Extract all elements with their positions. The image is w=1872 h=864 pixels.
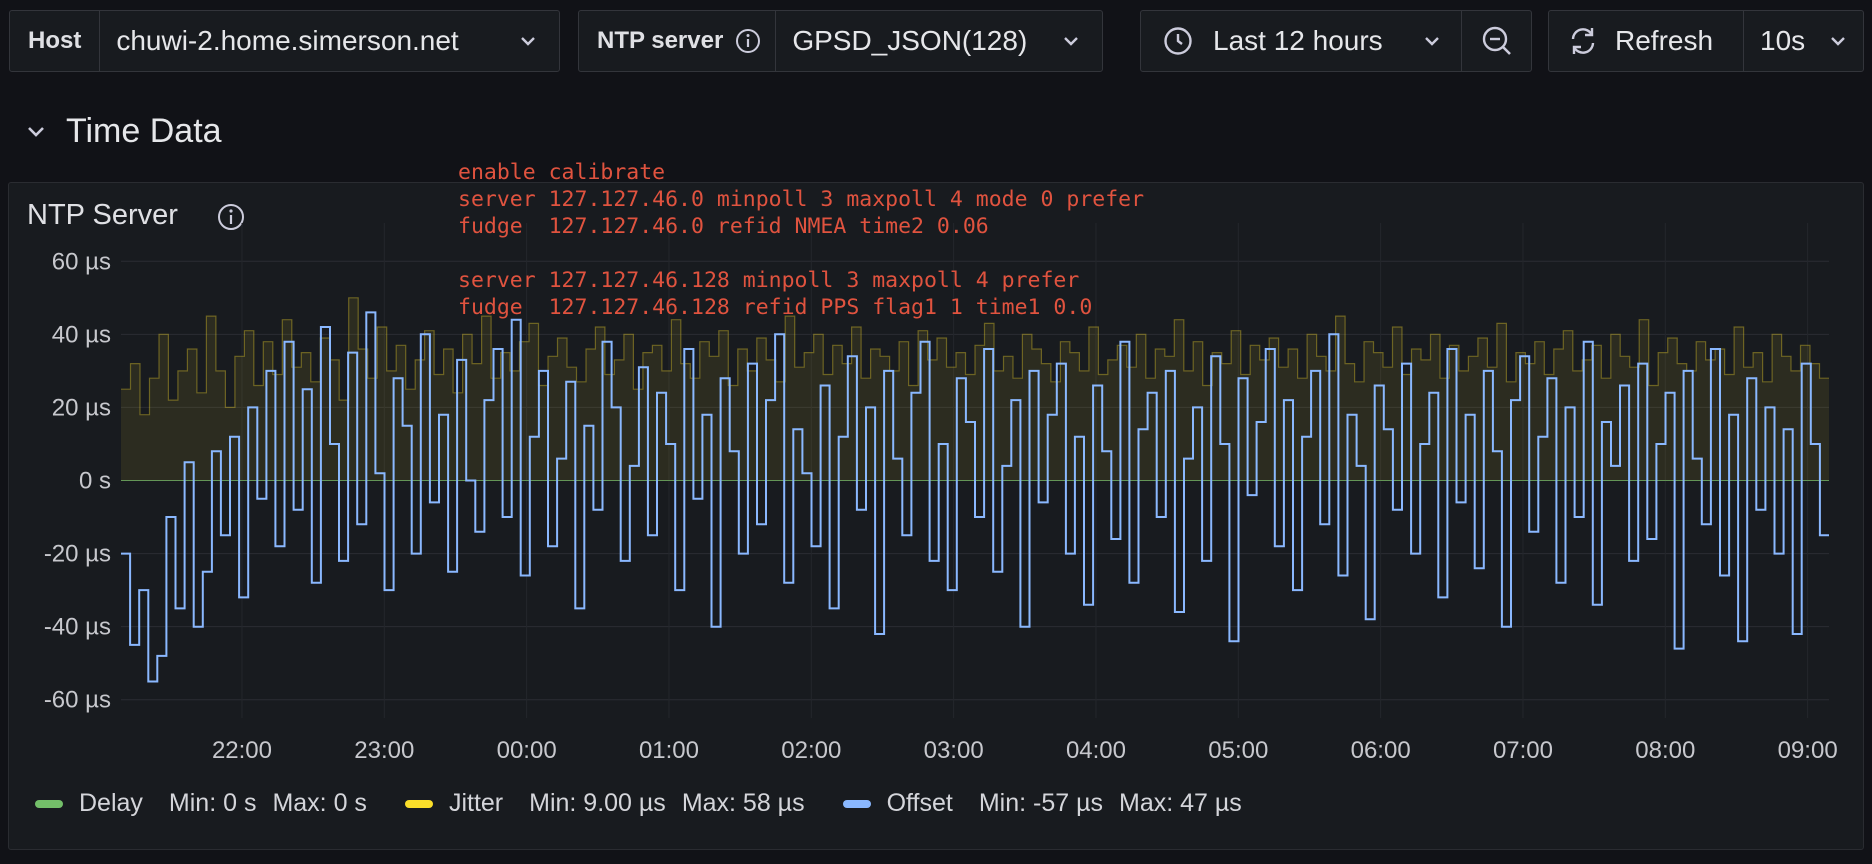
- legend-max: Max: 47 µs: [1119, 789, 1242, 817]
- x-tick-label: 07:00: [1493, 737, 1553, 764]
- row-title: Time Data: [66, 112, 222, 150]
- host-value: chuwi-2.home.simerson.net: [116, 25, 459, 56]
- legend-series-name: Offset: [886, 789, 953, 817]
- legend-item-offset[interactable]: Offset Min: -57 µs Max: 47 µs: [842, 789, 1258, 818]
- annotation-line: fudge 127.127.46.128 refid PPS flag1 1 t…: [458, 295, 1093, 320]
- ntp-server-variable: NTP server GPSD_JSON(128): [578, 10, 1103, 72]
- chevron-down-icon: [1405, 35, 1441, 47]
- host-select[interactable]: chuwi-2.home.simerson.net: [99, 11, 559, 71]
- y-tick-label: -60 µs: [44, 687, 111, 714]
- x-tick-label: 22:00: [212, 737, 272, 764]
- y-tick-label: 20 µs: [52, 394, 111, 421]
- ntp-server-select[interactable]: GPSD_JSON(128): [775, 11, 1102, 71]
- legend-swatch: [842, 799, 871, 808]
- time-range-button[interactable]: Last 12 hours: [1141, 11, 1461, 71]
- chevron-down-icon: [26, 125, 46, 139]
- y-tick-label: -40 µs: [44, 614, 111, 641]
- x-tick-label: 01:00: [639, 737, 699, 764]
- time-range-label: Last 12 hours: [1213, 25, 1383, 56]
- info-icon[interactable]: [735, 28, 761, 54]
- x-tick-label: 23:00: [354, 737, 414, 764]
- x-tick-label: 03:00: [924, 737, 984, 764]
- refresh-icon: [1567, 25, 1599, 57]
- row-toggle[interactable]: Time Data: [26, 112, 222, 151]
- refresh-button[interactable]: Refresh: [1549, 11, 1743, 71]
- refresh-interval-select[interactable]: 10s: [1743, 11, 1863, 71]
- host-variable: Host chuwi-2.home.simerson.net: [9, 10, 560, 72]
- x-tick-label: 08:00: [1635, 737, 1695, 764]
- legend-swatch: [35, 799, 63, 808]
- annotation-line: enable calibrate: [458, 160, 666, 185]
- y-tick-label: 60 µs: [52, 248, 111, 275]
- y-tick-label: 40 µs: [52, 321, 111, 348]
- x-tick-label: 09:00: [1778, 737, 1838, 764]
- x-tick-label: 04:00: [1066, 737, 1126, 764]
- legend-max: Max: 0 s: [272, 789, 367, 817]
- legend-series-name: Delay: [79, 789, 143, 817]
- refresh-interval-value: 10s: [1760, 25, 1806, 56]
- chevron-down-icon: [1044, 35, 1080, 47]
- legend-min: Min: -57 µs: [978, 789, 1104, 817]
- panel-annotation-text: enable calibrate server 127.127.46.0 minp…: [458, 159, 1144, 321]
- zoom-out-icon: [1481, 25, 1513, 57]
- ntp-server-label: NTP server: [579, 11, 775, 71]
- chevron-down-icon: [501, 35, 537, 47]
- ntp-server-panel: NTP Server 60 µs 40 µs 20 µs 0 s -20 µs -40 µ…: [8, 160, 1864, 850]
- host-label: Host: [28, 27, 82, 54]
- ntp-server-value: GPSD_JSON(128): [792, 25, 1028, 56]
- annotation-line: server 127.127.46.0 minpoll 3 maxpoll 4 …: [458, 187, 1145, 212]
- x-tick-label: 06:00: [1351, 737, 1411, 764]
- x-tick-label: 02:00: [781, 737, 841, 764]
- refresh-label: Refresh: [1615, 25, 1714, 56]
- chevron-down-icon: [1811, 35, 1847, 47]
- legend-max: Max: 58 µs: [681, 789, 805, 817]
- x-tick-label: 00:00: [497, 737, 557, 764]
- annotation-line: server 127.127.46.128 minpoll 3 maxpoll …: [458, 268, 1080, 293]
- legend-series-name: Jitter: [448, 789, 504, 817]
- y-tick-label: -20 µs: [44, 541, 111, 568]
- annotation-line: fudge 127.127.46.0 refid NMEA time2 0.06: [458, 214, 989, 239]
- zoom-out-button[interactable]: [1461, 11, 1531, 71]
- legend-item-delay[interactable]: Delay Min: 0 s Max: 0 s: [35, 789, 383, 818]
- x-tick-label: 05:00: [1208, 737, 1268, 764]
- legend-swatch: [404, 799, 433, 808]
- clock-icon: [1163, 26, 1193, 56]
- legend-item-jitter[interactable]: Jitter Min: 9.00 µs Max: 58 µs: [404, 789, 821, 818]
- legend-min: Min: 0 s: [168, 789, 257, 817]
- legend-min: Min: 9.00 µs: [529, 789, 666, 817]
- annotation-line: [458, 240, 1144, 267]
- time-picker: Last 12 hours: [1140, 10, 1532, 72]
- legend: Delay Min: 0 s Max: 0 s Jitter Min: 9.00 µs M…: [35, 789, 1280, 818]
- refresh-picker: Refresh 10s: [1548, 10, 1864, 72]
- y-tick-label: 0 s: [79, 468, 111, 495]
